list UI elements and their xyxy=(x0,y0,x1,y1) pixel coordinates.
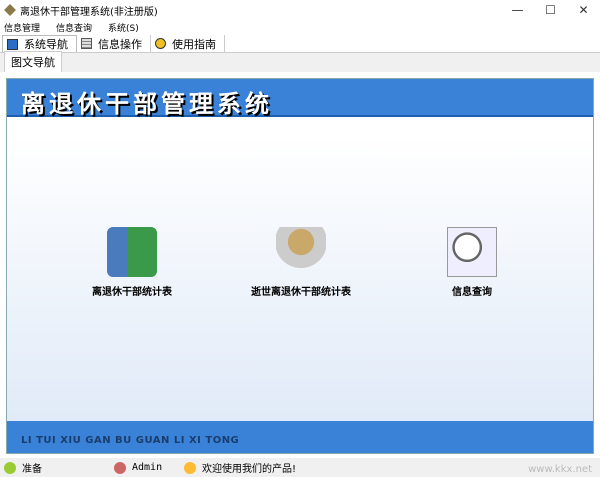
banner-title: 离退休干部管理系统 xyxy=(7,79,593,118)
nav-info-query[interactable]: 信息查询 xyxy=(397,227,547,298)
tab-graphic-nav[interactable]: 图文导航 xyxy=(4,51,62,72)
magnifier-icon xyxy=(447,227,497,277)
nav-deceased-stats[interactable]: 逝世离退休干部统计表 xyxy=(226,227,376,298)
user-icon xyxy=(114,461,126,474)
tab-label: 系统导航 xyxy=(24,38,68,51)
memorial-icon xyxy=(276,227,326,277)
nav-retired-stats[interactable]: 离退休干部统计表 xyxy=(57,227,207,298)
banner-subtitle: LI TUI XIU GAN BU GUAN LI XI TONG xyxy=(7,421,593,453)
tab-info-operation[interactable]: 信息操作 xyxy=(77,35,151,52)
status-bar: 准备 Admin 欢迎使用我们的产品! www.kkx.net xyxy=(0,458,600,477)
status-icon xyxy=(4,461,16,474)
users-icon xyxy=(184,461,196,474)
tab-label: 使用指南 xyxy=(172,37,216,51)
nav-label: 逝世离退休干部统计表 xyxy=(251,287,351,298)
monitor-icon xyxy=(7,38,18,50)
status-state: 准备 xyxy=(0,460,110,475)
menu-system[interactable]: 系统(S) xyxy=(108,21,139,34)
watermark: www.kkx.net xyxy=(528,464,592,475)
close-button[interactable]: ✕ xyxy=(567,3,600,17)
app-icon xyxy=(4,4,16,16)
status-user: Admin xyxy=(110,461,180,474)
help-icon xyxy=(155,38,166,49)
person-book-icon xyxy=(107,227,157,277)
user-name: Admin xyxy=(132,462,163,473)
menu-info-query[interactable]: 信息查询 xyxy=(56,21,92,34)
toolbar: 系统导航 信息操作 使用指南 xyxy=(0,35,600,53)
grid-icon xyxy=(81,38,92,49)
status-text: 准备 xyxy=(22,464,42,475)
tab-system-nav[interactable]: 系统导航 xyxy=(2,35,77,52)
nav-label: 信息查询 xyxy=(452,287,492,298)
menu-info-manage[interactable]: 信息管理 xyxy=(4,21,40,34)
menu-bar: 信息管理 信息查询 系统(S) xyxy=(0,20,600,35)
subtab-bar: 图文导航 xyxy=(0,51,600,72)
maximize-button[interactable]: ☐ xyxy=(534,3,567,17)
title-bar: 离退休干部管理系统(非注册版) — ☐ ✕ xyxy=(0,0,600,20)
tab-user-guide[interactable]: 使用指南 xyxy=(151,35,225,52)
main-panel: 离退休干部管理系统 离退休干部统计表 逝世离退休干部统计表 信息查询 LI TU… xyxy=(6,78,594,454)
status-message: 欢迎使用我们的产品! xyxy=(180,460,296,475)
minimize-button[interactable]: — xyxy=(501,3,534,17)
message-text: 欢迎使用我们的产品! xyxy=(202,464,297,475)
tab-label: 信息操作 xyxy=(98,37,142,51)
nav-label: 离退休干部统计表 xyxy=(92,287,172,298)
window-title: 离退休干部管理系统(非注册版) xyxy=(20,6,158,18)
